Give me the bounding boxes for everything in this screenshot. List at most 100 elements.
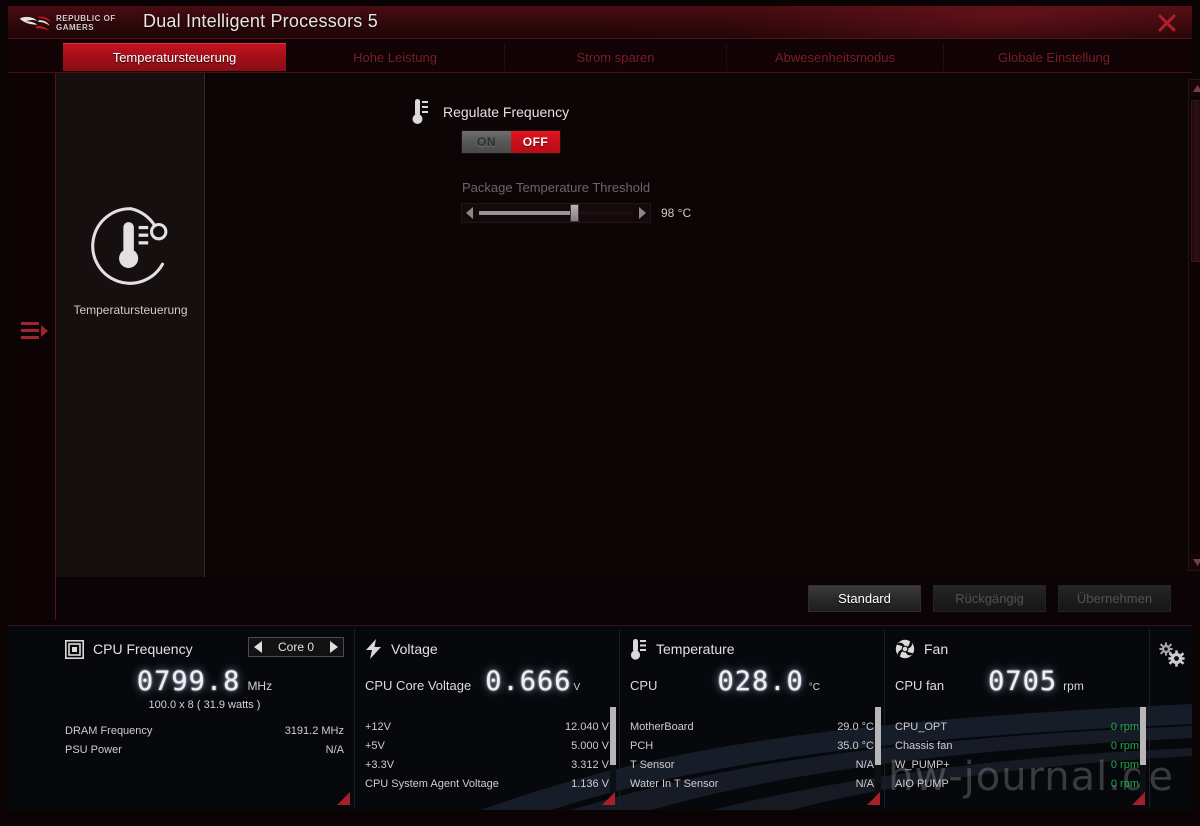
row-value: 5.000 V (571, 739, 609, 752)
resize-corner-icon[interactable] (602, 792, 615, 805)
row-label: Water In T Sensor (630, 777, 719, 790)
cpu-frequency-value-row: 0799.8 MHz (65, 666, 344, 697)
row-value: 3.312 V (571, 758, 609, 771)
fan-rows: CPU_OPT 0 rpm Chassis fan 0 rpm W_PUMP+ … (895, 717, 1139, 793)
tab-strom-sparen[interactable]: Strom sparen (505, 43, 727, 71)
fan-scrollbar[interactable] (1140, 707, 1146, 795)
action-bar: Standard Rückgängig Übernehmen (56, 577, 1192, 620)
title-bar: REPUBLIC OF GAMERS Dual Intelligent Proc… (8, 6, 1192, 39)
thermometer-icon (630, 639, 646, 660)
row-label: Chassis fan (895, 739, 953, 752)
scrollbar-thumb[interactable] (610, 707, 616, 765)
apply-button[interactable]: Übernehmen (1058, 585, 1171, 612)
scrollbar-thumb[interactable] (1191, 100, 1200, 262)
fan-icon (895, 639, 915, 659)
resize-corner-icon[interactable] (1132, 792, 1145, 805)
resize-corner-icon[interactable] (337, 792, 350, 805)
panel-voltage: Voltage CPU Core Voltage 0.666 V +12V 12… (355, 629, 620, 808)
row-value: 35.0 °C (837, 739, 874, 752)
row-value: 1.136 V (571, 777, 609, 790)
gears-icon (1159, 642, 1185, 667)
row-value: 3191.2 MHz (284, 724, 344, 737)
threshold-slider-wrap: 98 °C (461, 203, 691, 223)
scrollbar-thumb[interactable] (875, 707, 881, 765)
rog-logo: REPUBLIC OF GAMERS (18, 10, 136, 35)
row-label: MotherBoard (630, 720, 694, 733)
slider-increment-button[interactable] (634, 207, 650, 219)
voltage-unit: V (573, 682, 581, 693)
table-row: PCH 35.0 °C (630, 736, 874, 755)
panel-title: CPU Frequency (93, 641, 193, 657)
bolt-icon (366, 639, 381, 659)
table-row: CPU_OPT 0 rpm (895, 717, 1139, 736)
table-row: MotherBoard 29.0 °C (630, 717, 874, 736)
tab-label: Temperatursteuerung (112, 49, 237, 65)
tab-globale-einstellung[interactable]: Globale Einstellung (944, 43, 1164, 71)
row-label: +3.3V (365, 758, 395, 771)
tab-abwesenheitsmodus[interactable]: Abwesenheitsmodus (727, 43, 944, 71)
temperature-lead-label: CPU (630, 678, 658, 693)
row-value: 0 rpm (1110, 758, 1139, 771)
regulate-frequency-toggle[interactable]: ON OFF (461, 130, 561, 154)
row-label: W_PUMP+ (895, 758, 950, 771)
close-button[interactable] (1154, 11, 1180, 35)
row-label: +5V (365, 739, 385, 752)
toggle-on-option[interactable]: ON (462, 131, 511, 153)
content-frame: Temperatursteuerung Regulate Frequency O… (56, 73, 1200, 620)
tab-bar: Temperatursteuerung Hohe Leistung Strom … (8, 41, 1192, 73)
close-icon (1158, 14, 1176, 32)
mode-card[interactable]: Temperatursteuerung (56, 203, 205, 317)
scroll-up-button[interactable] (1189, 80, 1200, 96)
cpu-frequency-unit: MHz (247, 679, 273, 693)
left-rail (8, 73, 56, 620)
scrollbar-thumb[interactable] (1140, 707, 1146, 765)
cpu-frequency-sub: 100.0 x 8 ( 31.9 watts ) (148, 699, 261, 711)
resize-corner-icon[interactable] (867, 792, 880, 805)
temperature-rows: MotherBoard 29.0 °C PCH 35.0 °C T Sensor… (630, 717, 874, 793)
tab-hohe-leistung[interactable]: Hohe Leistung (286, 43, 505, 71)
core-selector-value: Core 0 (277, 640, 315, 654)
caret-left-icon[interactable] (254, 641, 263, 653)
undo-button[interactable]: Rückgängig (933, 585, 1046, 612)
table-row: +12V 12.040 V (365, 717, 609, 736)
caret-up-icon (1192, 84, 1200, 92)
rog-eye-icon (19, 16, 51, 30)
core-selector[interactable]: Core 0 (248, 637, 344, 657)
app-title: Dual Intelligent Processors 5 (143, 11, 378, 31)
caret-right-icon (639, 207, 646, 219)
thermometer-icon (412, 99, 428, 124)
table-row: W_PUMP+ 0 rpm (895, 755, 1139, 774)
fan-value-row: CPU fan 0705 rpm (895, 666, 1139, 697)
monitor-settings-button[interactable] (1152, 629, 1192, 808)
fan-value: 0705 (988, 666, 1058, 697)
row-value: 0 rpm (1110, 777, 1139, 790)
default-button[interactable]: Standard (808, 585, 921, 612)
sidebar-expand-button[interactable] (20, 318, 50, 344)
monitor-bar: hw-journal.de CPU Frequency Core 0 0799.… (8, 625, 1192, 810)
content-scrollbar[interactable] (1188, 79, 1200, 571)
temperature-value: 028.0 (717, 666, 804, 697)
voltage-scrollbar[interactable] (610, 707, 616, 795)
slider-thumb[interactable] (570, 204, 580, 222)
tab-temperatursteuerung[interactable]: Temperatursteuerung (63, 43, 286, 71)
threshold-slider[interactable] (461, 203, 651, 223)
caret-down-icon (1192, 558, 1200, 566)
slider-track[interactable] (479, 204, 633, 222)
row-value: N/A (325, 743, 344, 756)
voltage-rows: +12V 12.040 V +5V 5.000 V +3.3V 3.312 V … (365, 717, 609, 793)
table-row: PSU Power N/A (65, 740, 344, 759)
toggle-off-option[interactable]: OFF (511, 131, 560, 153)
panel-title: Fan (924, 641, 949, 657)
temperature-scrollbar[interactable] (875, 707, 881, 795)
scroll-down-button[interactable] (1189, 554, 1200, 570)
caret-right-icon[interactable] (329, 641, 338, 653)
fan-lead-label: CPU fan (895, 678, 945, 693)
table-row: Chassis fan 0 rpm (895, 736, 1139, 755)
cpu-frequency-value: 0799.8 (136, 666, 241, 697)
table-row: +3.3V 3.312 V (365, 755, 609, 774)
thermometer-gauge-icon (90, 207, 167, 285)
slider-decrement-button[interactable] (462, 207, 478, 219)
table-row: T Sensor N/A (630, 755, 874, 774)
row-label: PCH (630, 739, 654, 752)
panel-header: Temperature (630, 636, 874, 662)
